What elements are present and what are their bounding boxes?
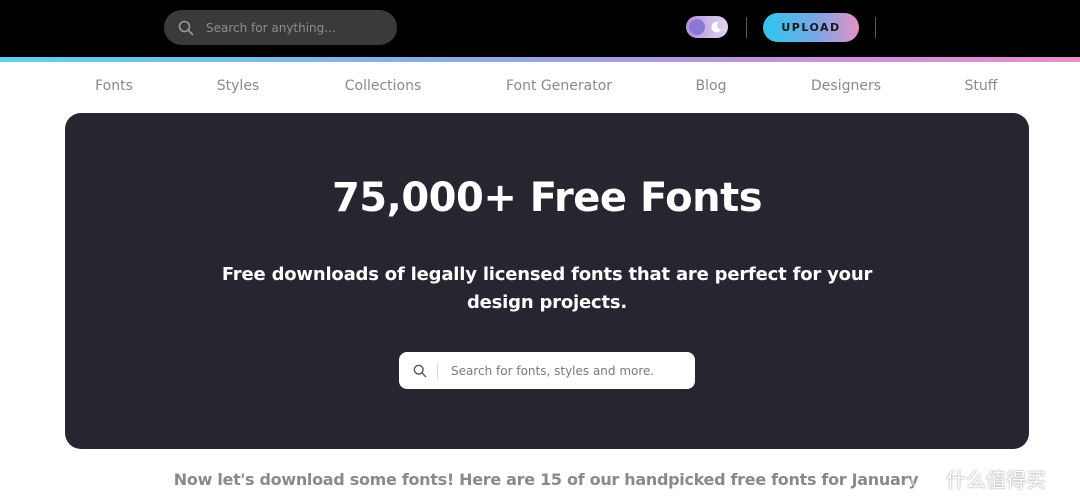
hero-search-input[interactable] <box>451 363 681 378</box>
nav-item-designers[interactable]: Designers <box>811 78 881 94</box>
global-search-input[interactable] <box>206 20 376 35</box>
nav-item-fonts[interactable]: Fonts <box>95 78 133 94</box>
moon-icon <box>711 21 722 33</box>
nav-item-collections[interactable]: Collections <box>345 78 422 94</box>
toggle-knob <box>689 19 705 35</box>
hero-search[interactable] <box>399 352 695 389</box>
header-divider <box>875 17 876 38</box>
search-icon <box>413 364 427 377</box>
search-separator <box>437 362 438 379</box>
watermark: 值 什么值得买 <box>910 460 1070 496</box>
nav-item-styles[interactable]: Styles <box>217 78 259 94</box>
watermark-logo-icon: 值 <box>911 464 939 492</box>
main-nav: Fonts Styles Collections Font Generator … <box>0 78 1080 98</box>
nav-item-stuff[interactable]: Stuff <box>965 78 998 94</box>
hero-subtitle: Free downloads of legally licensed fonts… <box>221 264 873 313</box>
nav-item-blog[interactable]: Blog <box>696 78 727 94</box>
nav-item-font-generator[interactable]: Font Generator <box>506 78 612 94</box>
theme-toggle[interactable] <box>686 16 728 38</box>
global-search[interactable] <box>164 10 397 45</box>
accent-gradient-line <box>0 57 1080 62</box>
svg-text:值: 值 <box>918 471 932 487</box>
watermark-text: 什么值得买 <box>946 467 1046 492</box>
upload-button[interactable]: UPLOAD <box>763 13 859 42</box>
header-divider <box>746 17 747 38</box>
hero-title: 75,000+ Free Fonts <box>331 175 763 221</box>
hero-banner: 75,000+ Free Fonts Free downloads of leg… <box>65 113 1029 449</box>
top-bar: UPLOAD <box>0 0 1080 57</box>
search-icon <box>178 20 194 35</box>
